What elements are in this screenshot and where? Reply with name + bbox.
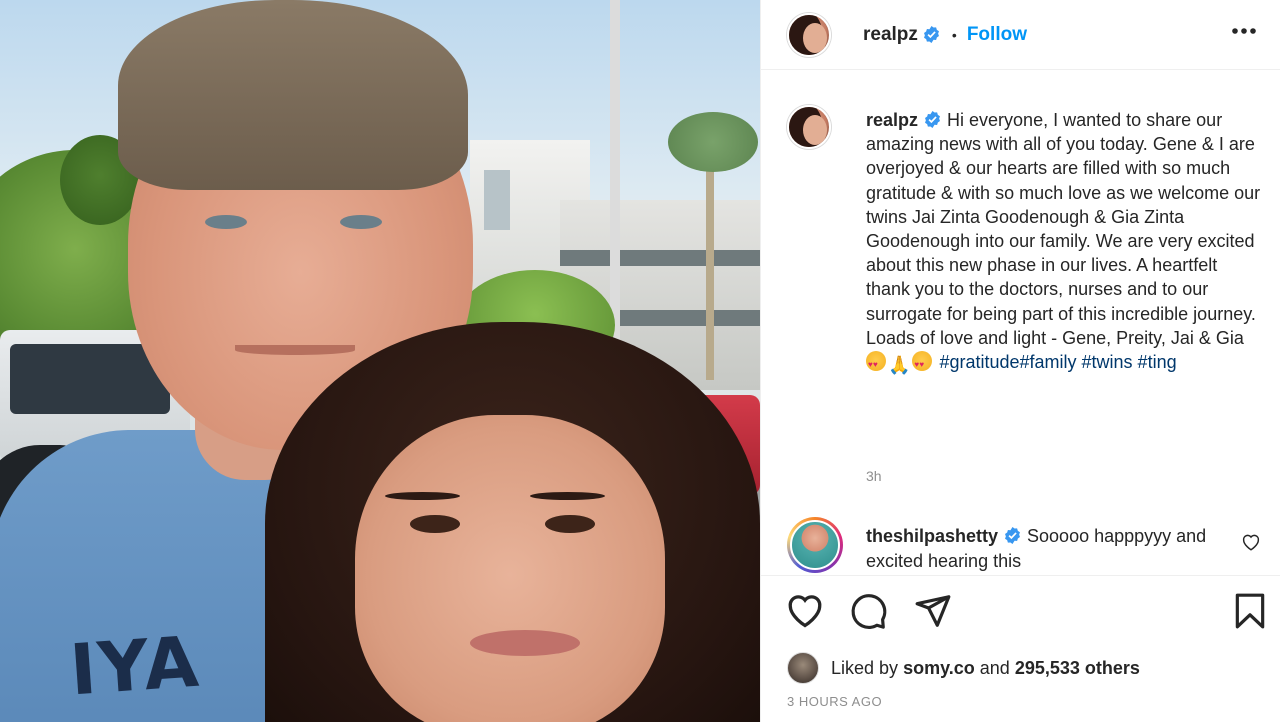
caption-body: Hi everyone, I wanted to share our amazi…: [866, 110, 1261, 348]
photo-woman-lips: [470, 630, 580, 656]
post-header: realpz • Follow: [761, 0, 1280, 70]
caption-timestamp[interactable]: 3h: [866, 468, 882, 484]
folded-hands-emoji-icon: 🙏: [888, 355, 911, 376]
instagram-post: IYA realpz • Follow realpz Hi everyone, …: [0, 0, 1280, 722]
caption-text-block: realpz Hi everyone, I wanted to share ou…: [866, 108, 1266, 377]
photo-woman-eye-left: [410, 515, 460, 533]
follow-button[interactable]: Follow: [967, 24, 1027, 46]
photo-man-eye-left: [205, 215, 247, 229]
heart-icon[interactable]: [785, 592, 825, 628]
hashtag-link[interactable]: #twins #ting: [1082, 352, 1177, 372]
bookmark-icon[interactable]: [1233, 592, 1267, 630]
photo-woman-face: [355, 415, 665, 722]
liked-by-others-count[interactable]: 295,533 others: [1015, 658, 1140, 679]
photo-shirt-lettering: IYA: [67, 620, 203, 712]
header-separator: •: [951, 26, 957, 43]
caption-author-avatar[interactable]: [787, 105, 831, 149]
hashtag-link[interactable]: #gratitude#family: [939, 352, 1076, 372]
comment-like-heart-icon[interactable]: [1241, 533, 1261, 551]
more-options-icon[interactable]: [1231, 24, 1257, 38]
heart-eyes-emoji-icon: [866, 351, 886, 377]
photo-woman-brow-left: [385, 492, 460, 500]
liker-avatar[interactable]: [787, 652, 819, 684]
post-side-panel: realpz • Follow realpz Hi everyone, I wa…: [760, 0, 1280, 722]
share-icon[interactable]: [913, 592, 953, 630]
photo-man-hair: [118, 0, 468, 190]
verified-badge-icon: [1005, 527, 1021, 544]
photo-palm-trunk: [706, 150, 714, 380]
photo-man-mouth: [235, 345, 355, 355]
comment-text-block: theshilpashetty Sooooo happpyyy and exci…: [866, 524, 1236, 573]
photo-woman-eye-right: [545, 515, 595, 533]
post-photo[interactable]: IYA: [0, 0, 760, 722]
likes-summary: Liked by somy.co and 295,533 others: [787, 652, 1140, 684]
verified-badge-icon: [925, 111, 941, 128]
comment-item: theshilpashetty Sooooo happpyyy and exci…: [761, 515, 1280, 575]
liked-by-prefix: Liked by: [831, 657, 899, 678]
liked-by-user[interactable]: somy.co: [903, 658, 975, 679]
author-username[interactable]: realpz: [863, 24, 918, 46]
comment-icon[interactable]: [849, 592, 889, 630]
photo-palm-top: [668, 112, 758, 172]
photo-man-eye-right: [340, 215, 382, 229]
commenter-avatar[interactable]: [787, 517, 843, 573]
verified-badge-icon: [923, 26, 939, 43]
post-actions-bar: Liked by somy.co and 295,533 others 3 HO…: [761, 575, 1280, 722]
author-avatar[interactable]: [787, 12, 831, 57]
photo-woman-brow-right: [530, 492, 605, 500]
commenter-username[interactable]: theshilpashetty: [866, 526, 998, 546]
heart-eyes-emoji-icon: [912, 351, 933, 377]
post-timestamp[interactable]: 3 HOURS AGO: [787, 694, 882, 709]
liked-by-and: and: [979, 657, 1010, 678]
caption-username[interactable]: realpz: [866, 110, 918, 130]
